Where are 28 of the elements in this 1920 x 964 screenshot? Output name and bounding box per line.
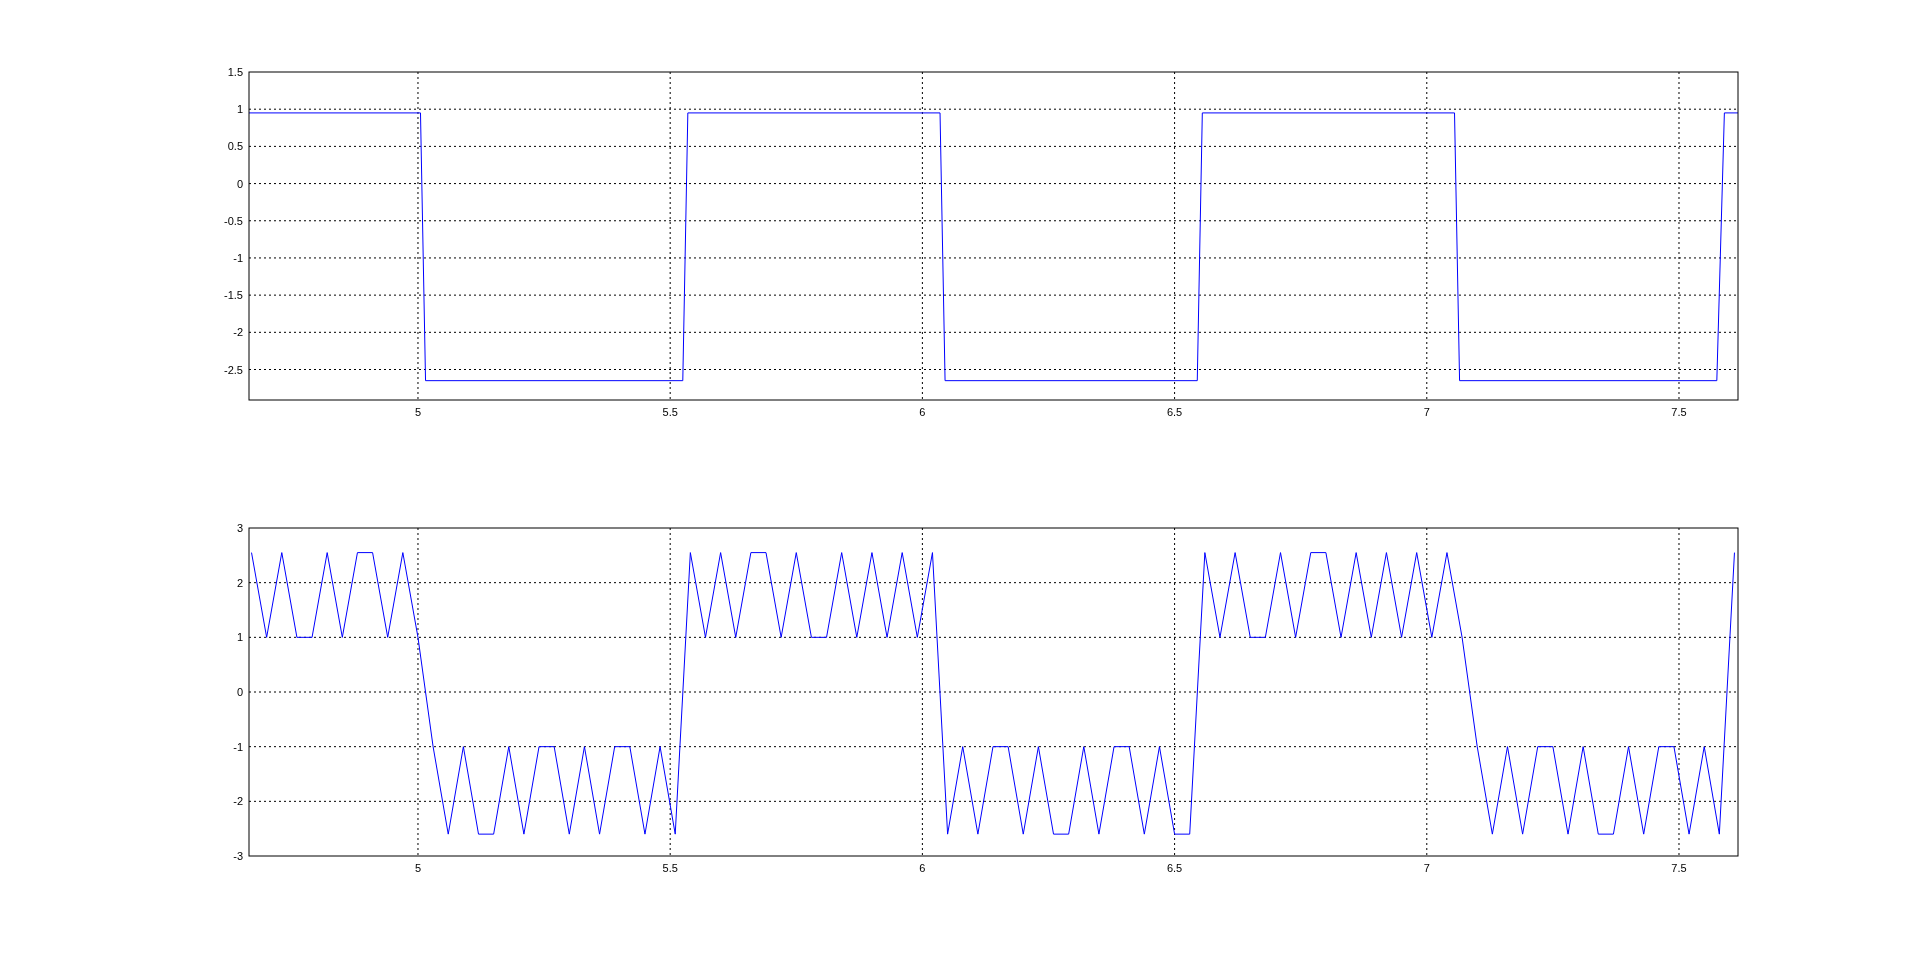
x-tick-label: 6.5 bbox=[1166, 862, 1183, 874]
y-tick-label: -2.5 bbox=[224, 363, 243, 376]
y-tick-label: -1 bbox=[233, 251, 243, 264]
x-tick-label: 5 bbox=[414, 406, 422, 418]
y-tick-label: 1 bbox=[236, 103, 243, 116]
y-tick-label: 2 bbox=[236, 576, 243, 589]
y-tick-label: -3 bbox=[233, 850, 243, 862]
x-tick-label: 7 bbox=[1423, 406, 1430, 418]
x-tick-label: 7.5 bbox=[1671, 862, 1687, 874]
y-tick-label: -2 bbox=[233, 326, 243, 339]
y-tick-label: 1.5 bbox=[227, 66, 243, 78]
x-tick-label: 5.5 bbox=[662, 406, 678, 418]
x-tick-label: 7.5 bbox=[1671, 406, 1687, 418]
x-tick-label: 7 bbox=[1423, 862, 1430, 874]
y-tick-label: 0.5 bbox=[227, 140, 243, 153]
x-tick-label: 5 bbox=[414, 862, 422, 874]
x-tick-label: 6.5 bbox=[1166, 406, 1183, 418]
y-tick-label: 0 bbox=[236, 686, 243, 698]
y-tick-label: -0.5 bbox=[224, 214, 243, 227]
y-tick-label: -1.5 bbox=[224, 289, 243, 302]
x-tick-label: 6 bbox=[919, 406, 926, 418]
x-tick-label: 6 bbox=[919, 862, 926, 874]
y-tick-label: 1 bbox=[236, 631, 243, 644]
y-tick-label: -2 bbox=[233, 795, 243, 808]
y-tick-label: 0 bbox=[236, 177, 243, 190]
y-tick-label: -1 bbox=[233, 740, 243, 753]
x-tick-label: 5.5 bbox=[662, 862, 678, 874]
y-tick-label: 3 bbox=[236, 522, 243, 534]
